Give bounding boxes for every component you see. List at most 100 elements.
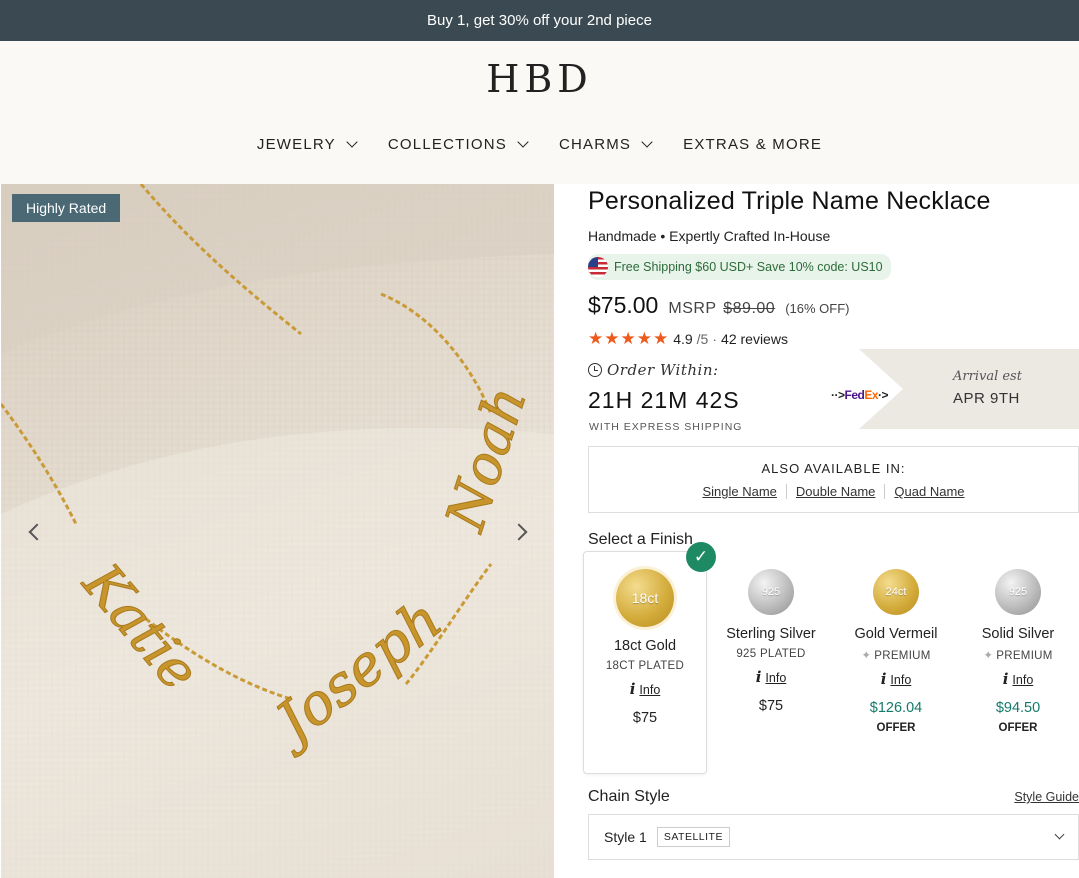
order-within-label: Order Within: xyxy=(588,361,719,379)
brand-logo[interactable]: HBD xyxy=(0,57,1079,101)
finish-option-solid-silver[interactable]: 925 Solid Silver ✦ PREMIUM i Info $94.50 O… xyxy=(956,559,1079,774)
chevron-down-icon xyxy=(1054,829,1065,840)
arrival-label: Arrival est xyxy=(953,369,1022,384)
review-count[interactable]: 42 reviews xyxy=(721,331,788,347)
chevron-down-icon xyxy=(346,136,358,148)
finish-option-gold-vermeil[interactable]: 24ct Gold Vermeil ✦ PREMIUM i Info $126.04… xyxy=(834,559,958,774)
offer-label: OFFER xyxy=(876,722,916,734)
clock-icon xyxy=(588,363,602,377)
info-icon: i xyxy=(629,680,636,698)
arrival-date: APR 9TH xyxy=(953,390,1020,407)
fedex-fe: Fed xyxy=(844,388,865,402)
chevron-down-icon xyxy=(641,136,653,148)
name-charms: Katie Joseph Noah xyxy=(70,378,539,761)
also-available-heading: ALSO AVAILABLE IN: xyxy=(761,461,906,476)
finish-sub-text: PREMIUM xyxy=(996,650,1053,662)
carrier-arrow: ··> xyxy=(831,388,845,402)
carrier-arrow: ·> xyxy=(878,388,889,402)
finish-heading: Select a Finish xyxy=(588,531,693,548)
chevron-down-icon xyxy=(517,136,529,148)
product-info: Personalized Triple Name Necklace Handma… xyxy=(583,184,1079,860)
info-icon: i xyxy=(755,668,762,686)
silver-coin-icon: 925 xyxy=(748,569,794,615)
nav-label: COLLECTIONS xyxy=(387,136,507,153)
rating-score: 4.9 xyxy=(673,331,693,347)
info-text: Info xyxy=(639,683,661,697)
fedex-ex: Ex xyxy=(864,388,879,402)
finish-price: $126.04 xyxy=(869,700,923,716)
discount-percent: (16% OFF) xyxy=(785,301,850,316)
product-subtitle: Handmade • Expertly Crafted In-House xyxy=(588,228,831,244)
finish-option-sterling-silver[interactable]: 925 Sterling Silver 925 PLATED i Info $75 xyxy=(709,559,833,774)
promo-text: Buy 1, get 30% off your 2nd piece xyxy=(427,12,652,29)
fedex-logo: ··>FedEx·> xyxy=(831,388,889,402)
finish-name: Gold Vermeil xyxy=(854,626,938,642)
site-header: HBD JEWELRY COLLECTIONS CHARMS EXTRAS & … xyxy=(0,41,1079,184)
finish-options: ✓ 18ct 18ct Gold 18CT PLATED i Info $75 9… xyxy=(583,542,1079,774)
star-rating-icon: ★★★★★ xyxy=(588,329,670,348)
countdown-timer: 21H 21M 42S xyxy=(588,387,740,413)
product-image-gallery[interactable]: Katie Joseph Noah Highly Rated xyxy=(1,184,554,878)
product-title: Personalized Triple Name Necklace xyxy=(588,187,991,215)
arrival-estimate: Arrival est APR 9TH xyxy=(859,349,1079,429)
nav-item-jewelry[interactable]: JEWELRY xyxy=(256,136,358,153)
finish-info-link[interactable]: i Info xyxy=(709,668,833,686)
finish-name: Solid Silver xyxy=(981,626,1055,642)
info-text: Info xyxy=(890,673,912,687)
rating-summary[interactable]: ★★★★★ 4.9 /5 · 42 reviews xyxy=(588,329,1079,349)
name-charm-3: Noah xyxy=(433,379,539,540)
finish-info-link[interactable]: i Info xyxy=(956,670,1079,688)
promo-banner: Buy 1, get 30% off your 2nd piece xyxy=(0,0,1079,41)
delivery-countdown: Order Within: 21H 21M 42S WITH EXPRESS S… xyxy=(588,349,1079,437)
rating-out-of: /5 xyxy=(696,331,709,347)
double-name-link[interactable]: Double Name xyxy=(785,484,885,499)
finish-name: 18ct Gold xyxy=(613,638,677,654)
finish-sub: ✦ PREMIUM xyxy=(956,648,1079,662)
us-flag-icon xyxy=(588,257,608,277)
also-available-box: ALSO AVAILABLE IN: Single Name Double Na… xyxy=(588,446,1079,513)
finish-info-link[interactable]: i Info xyxy=(834,670,958,688)
nav-label: CHARMS xyxy=(558,136,632,153)
finish-sub: ✦ PREMIUM xyxy=(834,648,958,662)
finish-sub: 925 PLATED xyxy=(736,648,806,660)
quad-name-link[interactable]: Quad Name xyxy=(884,484,973,499)
nav-label: JEWELRY xyxy=(256,136,336,153)
finish-sub-text: PREMIUM xyxy=(874,650,931,662)
sparkle-icon: ✦ xyxy=(861,650,872,662)
msrp-value: $89.00 xyxy=(723,300,776,317)
finish-name: Sterling Silver xyxy=(726,626,816,642)
sparkle-icon: ✦ xyxy=(983,650,994,662)
chain-style-select[interactable]: Style 1 SATELLITE xyxy=(588,814,1079,860)
name-charm-2: Joseph xyxy=(257,587,455,761)
express-shipping-note: WITH EXPRESS SHIPPING xyxy=(589,421,743,433)
gold-coin-icon: 24ct xyxy=(873,569,919,615)
finish-sub: 18CT PLATED xyxy=(605,660,685,672)
info-icon: i xyxy=(1002,670,1009,688)
chain-style-heading: Chain Style xyxy=(588,788,670,805)
name-charm-1: Katie xyxy=(70,551,211,702)
chain-style-header: Chain Style Style Guide xyxy=(588,788,1079,806)
finish-price: $75 xyxy=(758,698,784,714)
shipping-badge: Free Shipping $60 USD+ Save 10% code: US… xyxy=(588,254,891,280)
single-name-link[interactable]: Single Name xyxy=(693,484,785,499)
finish-info-link[interactable]: i Info xyxy=(584,680,706,698)
msrp: MSRP $89.00 xyxy=(668,300,775,318)
rating-separator: · xyxy=(712,331,718,347)
info-icon: i xyxy=(880,670,887,688)
gold-coin-icon: 18ct xyxy=(616,569,674,627)
style-guide-link[interactable]: Style Guide xyxy=(1014,790,1079,804)
current-price: $75.00 xyxy=(588,292,659,318)
chain-style-value: Style 1 xyxy=(604,829,647,845)
shipping-badge-text: Free Shipping $60 USD+ Save 10% code: US… xyxy=(614,260,883,274)
finish-price: $94.50 xyxy=(995,700,1041,716)
main-nav: JEWELRY COLLECTIONS CHARMS EXTRAS & MORE xyxy=(0,136,1079,153)
info-text: Info xyxy=(1012,673,1034,687)
offer-label: OFFER xyxy=(998,722,1038,734)
nav-label: EXTRAS & MORE xyxy=(683,136,823,153)
nav-item-extras[interactable]: EXTRAS & MORE xyxy=(683,136,822,153)
highly-rated-badge: Highly Rated xyxy=(12,194,121,222)
nav-item-charms[interactable]: CHARMS xyxy=(558,136,653,153)
silver-coin-icon: 925 xyxy=(995,569,1041,615)
finish-option-18ct-gold[interactable]: ✓ 18ct 18ct Gold 18CT PLATED i Info $75 xyxy=(583,542,716,774)
nav-item-collections[interactable]: COLLECTIONS xyxy=(387,136,529,153)
